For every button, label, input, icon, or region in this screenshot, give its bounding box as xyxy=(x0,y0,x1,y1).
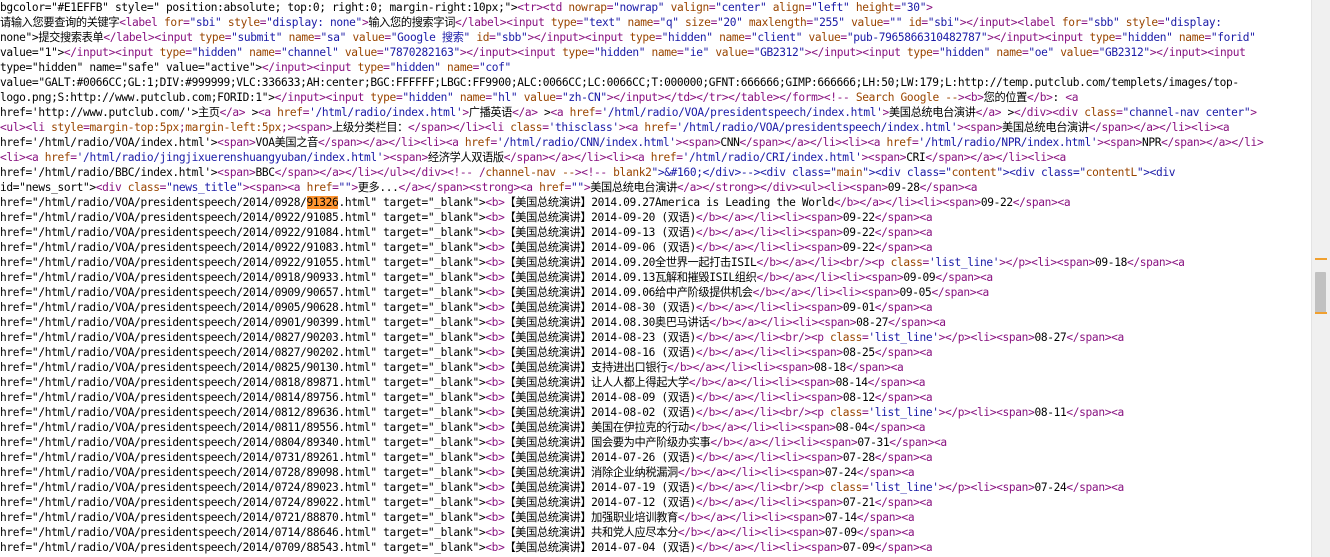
source-line: href="/html/radio/VOA/presidentspeech/20… xyxy=(0,526,915,539)
source-line: href="/html/radio/VOA/presidentspeech/20… xyxy=(0,301,933,314)
source-line: href="/html/radio/VOA/presidentspeech/20… xyxy=(0,211,933,224)
vertical-scrollbar[interactable] xyxy=(1311,0,1330,557)
source-line: href='http://www.putclub.com/'>主页</a> ><… xyxy=(0,106,1257,119)
scrollbar-thumb[interactable] xyxy=(1315,272,1326,314)
source-line: href="/html/radio/VOA/presidentspeech/20… xyxy=(0,421,926,434)
source-line: href="/html/radio/VOA/presidentspeech/20… xyxy=(0,241,933,254)
source-line: href='/html/radio/VOA/index.html'><span>… xyxy=(0,136,1264,149)
source-line: href="/html/radio/VOA/presidentspeech/20… xyxy=(0,331,1124,344)
source-line: href="/html/radio/VOA/presidentspeech/20… xyxy=(0,481,1124,494)
source-line: href="/html/radio/VOA/presidentspeech/20… xyxy=(0,226,933,239)
source-line: href="/html/radio/VOA/presidentspeech/20… xyxy=(0,496,933,509)
search-match-marker xyxy=(1315,258,1327,260)
search-highlight: 91326 xyxy=(306,196,339,209)
source-line: href="/html/radio/VOA/presidentspeech/20… xyxy=(0,436,947,449)
source-line: href="/html/radio/VOA/presidentspeech/20… xyxy=(0,406,1124,419)
source-line: href="/html/radio/VOA/presidentspeech/20… xyxy=(0,391,933,404)
source-line: href="/html/radio/VOA/presidentspeech/20… xyxy=(0,271,993,284)
source-code-view: bgcolor="#E1EFFB" style=" position:absol… xyxy=(0,0,1312,557)
source-line: href="/html/radio/VOA/presidentspeech/20… xyxy=(0,511,915,524)
source-line: href='/html/radio/BBC/index.html'><span>… xyxy=(0,166,1176,179)
source-line: href="/html/radio/VOA/presidentspeech/20… xyxy=(0,256,1185,269)
search-match-marker xyxy=(1315,312,1327,314)
source-line: none">提交搜索表单</label><input type="submit"… xyxy=(0,31,1256,44)
source-line: 请输入您要查询的关键字<label for="sbi" style="displ… xyxy=(0,16,1222,29)
source-line: value="1"></input><input type="hidden" n… xyxy=(0,46,1246,59)
source-line: logo.png;S:http://www.putclub.com;FORID:… xyxy=(0,91,1079,104)
source-line: bgcolor="#E1EFFB" style=" position:absol… xyxy=(0,1,933,14)
source-line: href="/html/radio/VOA/presidentspeech/20… xyxy=(0,316,946,329)
source-line: href="/html/radio/VOA/presidentspeech/20… xyxy=(0,361,904,374)
source-line: href="/html/radio/VOA/presidentspeech/20… xyxy=(0,541,933,554)
source-line: href="/html/radio/VOA/presidentspeech/20… xyxy=(0,451,933,464)
source-line: href="/html/radio/VOA/presidentspeech/20… xyxy=(0,196,1071,209)
source-line: <ul><li style=margin-top:5px;margin-left… xyxy=(0,121,1230,134)
source-line: id="news_sort"><div class="news_title"><… xyxy=(0,181,978,194)
source-line: href="/html/radio/VOA/presidentspeech/20… xyxy=(0,346,933,359)
source-line: href="/html/radio/VOA/presidentspeech/20… xyxy=(0,376,926,389)
source-line: type="hidden" name="safe" value="active"… xyxy=(0,61,511,74)
source-line: href="/html/radio/VOA/presidentspeech/20… xyxy=(0,466,915,479)
source-line: href="/html/radio/VOA/presidentspeech/20… xyxy=(0,286,989,299)
source-line: value="GALT:#0066CC;GL:1;DIV:#999999;VLC… xyxy=(0,76,1239,89)
source-line: <li><a href='/html/radio/jingjixuerenshu… xyxy=(0,151,1066,164)
